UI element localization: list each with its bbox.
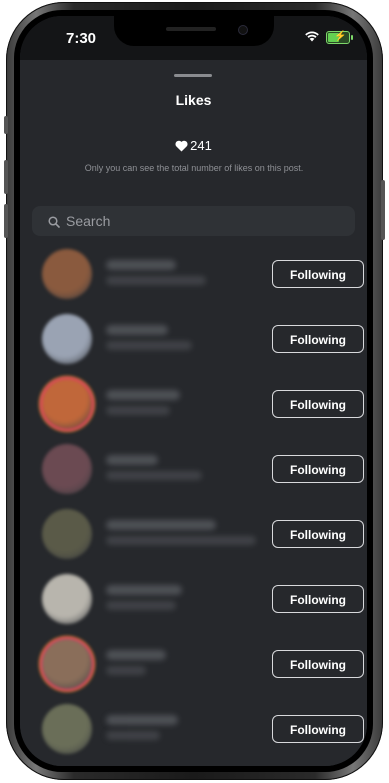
fullname-blurred <box>106 471 202 480</box>
heart-icon <box>175 140 188 152</box>
avatar[interactable] <box>42 574 92 624</box>
fullname-blurred <box>106 601 176 610</box>
username-blurred <box>106 715 178 725</box>
earpiece-speaker <box>166 27 216 31</box>
username-blurred <box>106 455 158 465</box>
username-blurred <box>106 520 216 530</box>
avatar[interactable] <box>42 639 92 689</box>
avatar[interactable] <box>42 314 92 364</box>
following-button[interactable]: Following <box>272 260 364 288</box>
avatar[interactable] <box>42 509 92 559</box>
fullname-blurred <box>106 666 146 675</box>
following-button[interactable]: Following <box>272 455 364 483</box>
fullname-blurred <box>106 341 192 350</box>
avatar[interactable] <box>42 704 92 754</box>
list-item[interactable]: Following <box>20 506 367 564</box>
following-button[interactable]: Following <box>272 390 364 418</box>
search-placeholder: Search <box>66 213 111 229</box>
fullname-blurred <box>106 276 206 285</box>
list-item[interactable]: Following <box>20 246 367 304</box>
list-item[interactable]: Following <box>20 376 367 434</box>
search-icon <box>48 216 60 228</box>
following-button[interactable]: Following <box>272 585 364 613</box>
following-button[interactable]: Following <box>272 715 364 743</box>
avatar[interactable] <box>42 379 92 429</box>
wifi-icon <box>305 31 319 42</box>
fullname-blurred <box>106 406 170 415</box>
search-input[interactable]: Search <box>32 206 355 236</box>
list-item[interactable]: Following <box>20 571 367 629</box>
privacy-note: Only you can see the total number of lik… <box>84 163 304 173</box>
front-camera <box>238 25 248 35</box>
avatar[interactable] <box>42 249 92 299</box>
power-button <box>381 180 385 240</box>
list-item[interactable]: Following <box>20 441 367 499</box>
battery-charging-icon: ⚡ <box>326 31 353 44</box>
likes-count: 241 <box>20 138 367 153</box>
sheet-grabber-handle[interactable] <box>174 74 212 77</box>
list-item[interactable]: Following <box>20 311 367 369</box>
username-blurred <box>106 390 180 400</box>
fullname-blurred <box>106 731 160 740</box>
volume-up-button <box>4 160 8 194</box>
username-blurred <box>106 585 182 595</box>
screen: 7:30 ⚡ Likes 241 Only you can see the to… <box>20 16 367 766</box>
username-blurred <box>106 650 166 660</box>
status-time: 7:30 <box>66 30 97 47</box>
fullname-blurred <box>106 536 256 545</box>
following-button[interactable]: Following <box>272 325 364 353</box>
volume-down-button <box>4 204 8 238</box>
following-button[interactable]: Following <box>272 650 364 678</box>
username-blurred <box>106 325 168 335</box>
following-button[interactable]: Following <box>272 520 364 548</box>
username-blurred <box>106 260 176 270</box>
list-item[interactable]: Following <box>20 701 367 759</box>
notch <box>114 16 274 46</box>
page-title: Likes <box>175 92 212 108</box>
likes-count-value: 241 <box>190 138 212 153</box>
list-item[interactable]: Following <box>20 636 367 694</box>
avatar[interactable] <box>42 444 92 494</box>
silent-switch <box>4 116 8 134</box>
charging-bolt-icon: ⚡ <box>334 31 347 42</box>
likes-sheet: Likes 241 Only you can see the total num… <box>20 60 367 766</box>
